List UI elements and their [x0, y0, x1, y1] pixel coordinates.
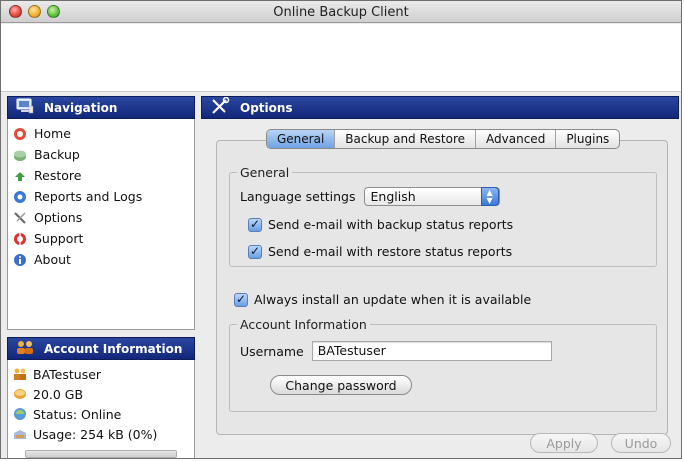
usage-icon — [13, 427, 27, 441]
apply-button[interactable]: Apply — [530, 433, 598, 453]
checkmark-icon: ✓ — [249, 243, 261, 258]
sidebar-item-restore[interactable]: Restore — [8, 165, 194, 186]
window-title: Online Backup Client — [273, 5, 409, 20]
email-backup-checkbox[interactable]: ✓ — [248, 216, 262, 232]
options-body: General Backup and Restore Advanced Plug… — [201, 119, 679, 458]
options-tabs: General Backup and Restore Advanced Plug… — [266, 129, 621, 149]
toolbar-area — [1, 24, 681, 92]
sidebar-item-label: Options — [34, 210, 83, 225]
sidebar-item-label: Restore — [34, 168, 82, 183]
tab-plugins[interactable]: Plugins — [556, 130, 619, 148]
email-backup-label: Send e-mail with backup status reports — [268, 217, 514, 232]
email-restore-label: Send e-mail with restore status reports — [268, 244, 513, 259]
account-quota-label: 20.0 GB — [33, 386, 84, 402]
tab-backup-and-restore[interactable]: Backup and Restore — [335, 130, 477, 148]
reports-icon — [13, 190, 27, 204]
status-icon — [13, 407, 27, 421]
auto-update-row: ✓ Always install an update when it is av… — [234, 292, 531, 307]
sidebar-item-support[interactable]: Support — [8, 228, 194, 249]
sidebar-item-label: Backup — [34, 147, 80, 162]
account-quota: 20.0 GB — [8, 384, 194, 404]
sidebar-item-home[interactable]: Home — [8, 123, 194, 144]
general-group: General Language settings English ▲ ▼ ✓ S… — [229, 165, 657, 267]
sidebar-item-backup[interactable]: Backup — [8, 144, 194, 165]
account-usage-label: Usage: 254 kB (0%) — [33, 426, 158, 442]
language-select[interactable]: English ▲ ▼ — [363, 187, 500, 206]
main-panel: Options General Backup and Restore Advan… — [201, 96, 679, 458]
sidebar: Navigation Home Backup Restore Reports a… — [7, 96, 195, 458]
username-label: Username — [240, 343, 304, 359]
account-username: BATestuser — [8, 364, 194, 384]
navigation-header: Navigation — [7, 96, 195, 119]
account-header: Account Information — [7, 337, 195, 360]
support-icon — [13, 231, 27, 246]
checkmark-icon: ✓ — [235, 291, 247, 306]
account-usage: Usage: 254 kB (0%) — [8, 424, 194, 444]
sidebar-item-label: Reports and Logs — [34, 189, 143, 204]
account-status-label: Status: Online — [33, 406, 122, 422]
title-bar: Online Backup Client — [1, 1, 681, 23]
computer-icon — [16, 98, 34, 117]
account-group: Account Information Username BATestuser … — [229, 317, 657, 412]
storage-icon — [13, 387, 27, 401]
navigation-title: Navigation — [44, 100, 118, 115]
account-group-label: Account Information — [237, 317, 370, 332]
general-tab-pane: General Language settings English ▲ ▼ ✓ S… — [216, 140, 668, 435]
change-password-button[interactable]: Change password — [270, 375, 412, 395]
username-row: Username BATestuser — [240, 341, 552, 361]
sidebar-item-label: About — [34, 252, 71, 267]
username-field[interactable]: BATestuser — [311, 341, 552, 361]
options-icon — [13, 211, 27, 225]
account-info-list: BATestuser 20.0 GB Status: Online Usage:… — [7, 360, 195, 458]
tab-advanced[interactable]: Advanced — [476, 130, 557, 148]
user-icon — [13, 367, 27, 381]
tools-icon — [210, 96, 230, 118]
restore-icon — [13, 169, 27, 183]
language-label: Language settings — [240, 189, 356, 204]
account-title: Account Information — [44, 341, 183, 356]
language-row: Language settings English ▲ ▼ — [240, 187, 500, 206]
select-arrows-icon: ▲ ▼ — [480, 187, 499, 206]
sidebar-item-about[interactable]: About — [8, 249, 194, 270]
checkmark-icon: ✓ — [249, 216, 261, 231]
backup-icon — [13, 148, 27, 162]
account-status: Status: Online — [8, 404, 194, 424]
tab-general[interactable]: General — [267, 130, 336, 148]
app-window: Online Backup Client Navigation Home Bac… — [0, 0, 682, 459]
auto-update-label: Always install an update when it is avai… — [254, 292, 532, 307]
email-backup-row: ✓ Send e-mail with backup status reports — [248, 217, 513, 232]
usage-progress-bar — [25, 450, 177, 458]
home-icon — [13, 127, 27, 141]
general-group-label: General — [237, 165, 293, 180]
auto-update-checkbox[interactable]: ✓ — [234, 291, 248, 307]
email-restore-row: ✓ Send e-mail with restore status report… — [248, 244, 512, 259]
sidebar-item-reports[interactable]: Reports and Logs — [8, 186, 194, 207]
sidebar-item-label: Support — [34, 231, 84, 246]
navigation-list: Home Backup Restore Reports and Logs Opt… — [7, 119, 195, 330]
options-header: Options — [201, 96, 679, 119]
options-title: Options — [240, 100, 293, 115]
account-username-label: BATestuser — [33, 366, 102, 382]
sidebar-item-label: Home — [34, 126, 71, 141]
about-icon — [13, 253, 27, 267]
users-icon — [16, 339, 34, 358]
sidebar-item-options[interactable]: Options — [8, 207, 194, 228]
language-select-value: English — [370, 189, 416, 204]
undo-button[interactable]: Undo — [611, 433, 671, 453]
email-restore-checkbox[interactable]: ✓ — [248, 243, 262, 259]
